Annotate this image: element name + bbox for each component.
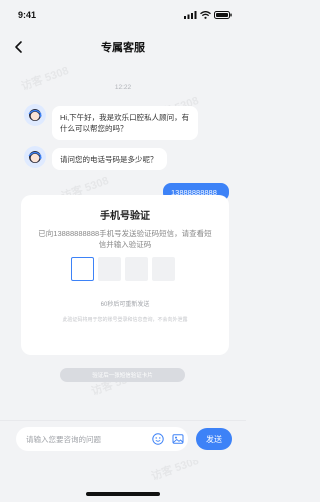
chat-timestamp: 12:22 [114,84,132,91]
code-digit-input[interactable] [152,257,175,281]
phone-verify-card: 手机号验证 已向13888888888手机号发送验证码短信，请查看短信并输入验证… [21,195,229,355]
signal-icon [184,11,197,19]
code-digit-input[interactable] [98,257,121,281]
privacy-hint: 此验证码将用于您的账号登录和信息查询，不会向外泄露 [62,317,188,323]
agent-avatar [24,104,46,126]
wifi-icon [200,11,211,19]
status-bar: 9:41 [0,0,246,30]
agent-message: Hi,下午好，我是欢乐口腔私人顾问，有什么可以帮您的吗？ [52,106,198,140]
card-description: 已向13888888888手机号发送验证码短信，请查看短信并输入验证码 [38,229,212,249]
notice-pill: 验证后一张短信验证卡片 [60,368,185,382]
agent-avatar [24,146,46,168]
status-icons [184,11,232,19]
send-button[interactable]: 发送 [196,428,232,450]
card-title: 手机号验证 [100,211,150,222]
code-digit-input[interactable] [71,257,94,281]
input-bar: 发送 [0,420,246,460]
agent-avatar-icon [24,104,46,126]
code-input-group [71,257,175,281]
page-title: 专属客服 [101,42,145,54]
message-input[interactable] [26,432,136,446]
nav-bar: 专属客服 [0,36,246,58]
back-arrow-icon[interactable] [12,39,26,55]
home-indicator [86,492,160,496]
image-icon[interactable] [172,433,184,445]
battery-icon [214,11,232,19]
resend-countdown: 60秒后可重新发送 [100,302,150,308]
emoji-icon[interactable] [152,433,164,445]
status-time: 9:41 [18,10,37,20]
message-input-box [16,427,188,451]
code-digit-input[interactable] [125,257,148,281]
agent-avatar-icon [24,146,46,168]
agent-message: 请问您的电话号码是多少呢？ [52,148,167,170]
